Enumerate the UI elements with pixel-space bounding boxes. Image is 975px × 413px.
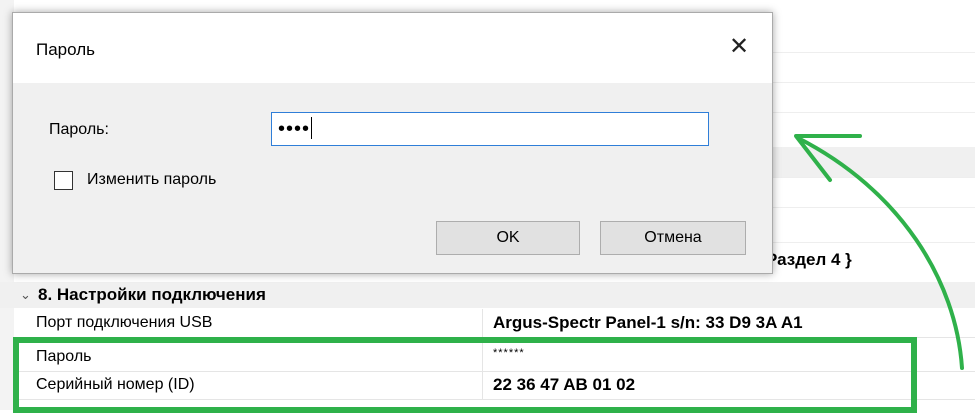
property-value[interactable]: Argus-Spectr Panel-1 s/n: 33 D9 3A A1 bbox=[482, 309, 803, 337]
property-name: Серийный номер (ID) bbox=[36, 376, 195, 393]
cancel-button[interactable]: Отмена bbox=[600, 221, 746, 255]
property-value[interactable]: 22 36 47 AB 01 02 bbox=[482, 371, 635, 399]
section-title: 8. Настройки подключения bbox=[38, 285, 266, 304]
ok-button[interactable]: OK bbox=[436, 221, 580, 255]
text-caret bbox=[311, 117, 313, 139]
section-connection-settings[interactable]: ⌄ 8. Настройки подключения bbox=[0, 282, 975, 308]
password-label: Пароль: bbox=[49, 121, 109, 138]
property-row-serial-id[interactable]: Серийный номер (ID) 22 36 47 AB 01 02 bbox=[14, 371, 975, 400]
password-dots: •••• bbox=[278, 118, 311, 140]
property-name: Порт подключения USB bbox=[36, 314, 213, 331]
dialog-titlebar: Пароль ✕ bbox=[13, 13, 772, 83]
checkbox-label[interactable]: Изменить пароль bbox=[87, 171, 216, 189]
password-input[interactable]: •••• bbox=[271, 112, 709, 146]
property-value[interactable]: ****** bbox=[482, 343, 525, 371]
property-row-usb-port[interactable]: Порт подключения USB Argus-Spectr Panel-… bbox=[14, 309, 975, 338]
dialog-title: Пароль bbox=[36, 40, 95, 59]
chevron-down-icon[interactable]: ⌄ bbox=[20, 282, 31, 308]
close-icon[interactable]: ✕ bbox=[729, 35, 749, 59]
partial-value-text: Раздел 4 } bbox=[766, 250, 852, 269]
checkbox-box[interactable] bbox=[54, 171, 73, 190]
password-dialog: Пароль ✕ Пароль: •••• Изменить пароль OK… bbox=[12, 12, 773, 274]
property-name: Пароль bbox=[36, 348, 92, 365]
property-row-password[interactable]: Пароль ****** bbox=[14, 343, 975, 372]
